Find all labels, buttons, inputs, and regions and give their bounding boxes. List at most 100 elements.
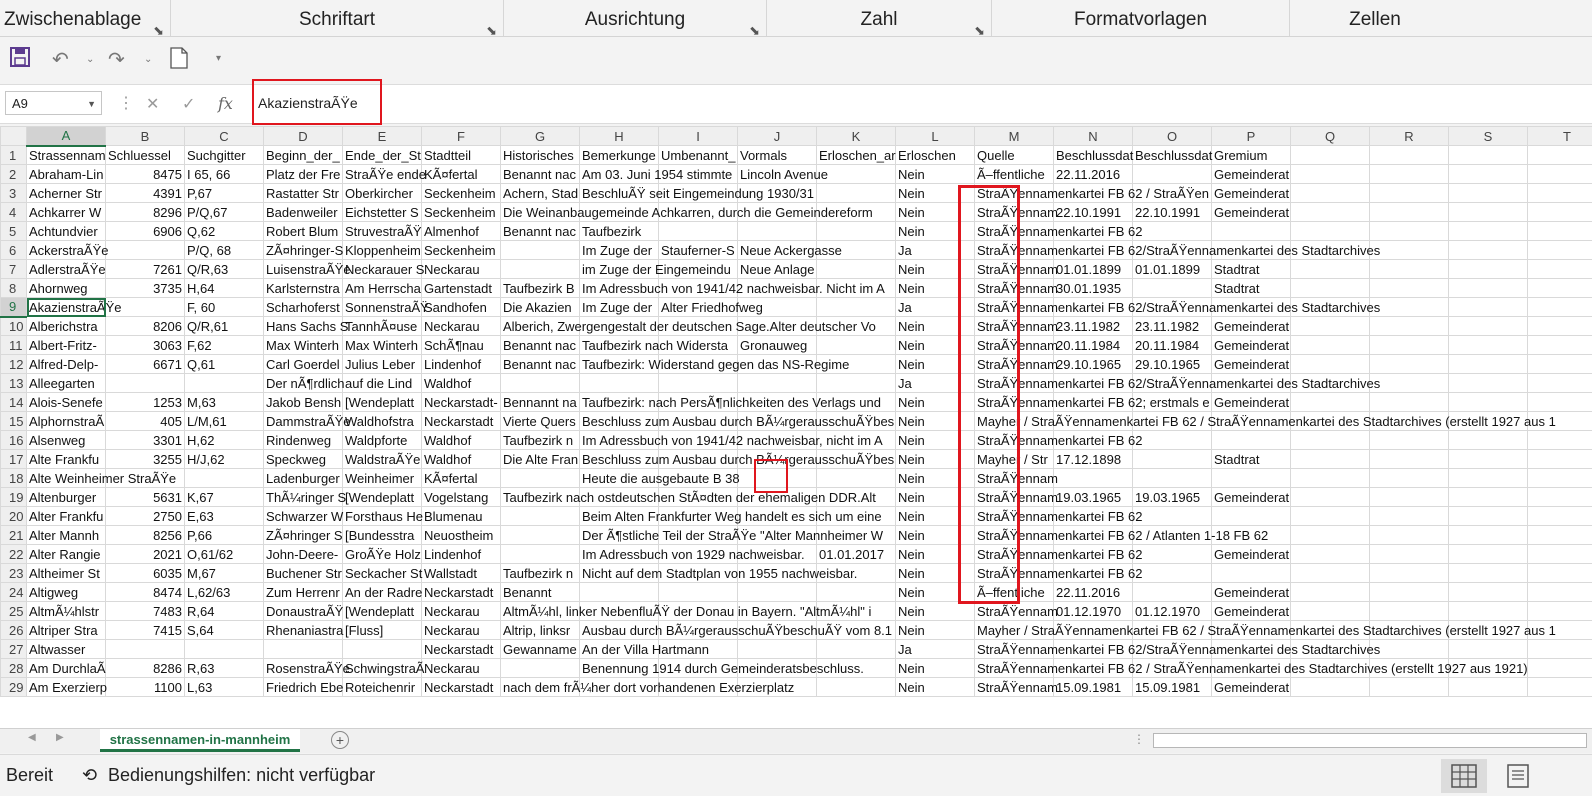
table-cell[interactable]: Speckweg bbox=[264, 450, 343, 469]
table-cell[interactable] bbox=[1528, 507, 1592, 526]
table-cell[interactable]: 23.11.1982 bbox=[1133, 317, 1212, 336]
table-cell[interactable] bbox=[1449, 526, 1528, 545]
table-cell[interactable]: 22.10.1991 bbox=[1133, 203, 1212, 222]
table-cell[interactable]: Seckenheim bbox=[422, 241, 501, 260]
insert-function-icon[interactable]: fx bbox=[218, 94, 233, 113]
table-cell[interactable]: Ausbau durch BÃ¼rgerausschuÃŸbeschuÃŸ vo… bbox=[580, 621, 659, 640]
table-cell[interactable] bbox=[1291, 564, 1370, 583]
table-cell[interactable]: Q/R,61 bbox=[185, 317, 264, 336]
table-cell[interactable]: L,62/63 bbox=[185, 583, 264, 602]
table-cell[interactable]: 01.12.1970 bbox=[1054, 602, 1133, 621]
table-cell[interactable]: Waldhof bbox=[422, 431, 501, 450]
table-cell[interactable]: Wallstadt bbox=[422, 564, 501, 583]
table-cell[interactable] bbox=[1528, 393, 1592, 412]
table-cell[interactable]: Taufbezirk bbox=[580, 222, 659, 241]
table-cell[interactable] bbox=[185, 374, 264, 393]
table-cell[interactable]: Altigweg bbox=[27, 583, 106, 602]
table-cell[interactable]: [Wendeplatt bbox=[343, 488, 422, 507]
table-cell[interactable]: Gronauweg bbox=[738, 336, 817, 355]
table-cell[interactable]: K,67 bbox=[185, 488, 264, 507]
table-cell[interactable]: 4391 bbox=[106, 184, 185, 203]
column-header[interactable]: A bbox=[27, 127, 106, 146]
table-cell[interactable]: LuisenstraÃŸe bbox=[264, 260, 343, 279]
table-cell[interactable]: AlphornstraÃ bbox=[27, 412, 106, 431]
table-cell[interactable]: Robert Blum bbox=[264, 222, 343, 241]
table-cell[interactable] bbox=[738, 583, 817, 602]
table-cell[interactable]: 7415 bbox=[106, 621, 185, 640]
table-cell[interactable] bbox=[1291, 317, 1370, 336]
undo-icon[interactable]: ↶ bbox=[52, 47, 69, 72]
more-options-icon[interactable]: ⋮ bbox=[1133, 732, 1145, 746]
table-cell[interactable]: Die Alte Fran bbox=[501, 450, 580, 469]
table-cell[interactable]: Stadtrat bbox=[1212, 450, 1291, 469]
table-cell[interactable]: Achtundvier bbox=[27, 222, 106, 241]
table-cell[interactable] bbox=[1291, 545, 1370, 564]
table-cell[interactable]: L/M,61 bbox=[185, 412, 264, 431]
table-cell[interactable]: Achern, Stad bbox=[501, 184, 580, 203]
redo-dropdown-icon[interactable]: ⌄ bbox=[144, 54, 152, 65]
column-header[interactable]: F bbox=[422, 127, 501, 146]
row-header[interactable]: 1 bbox=[1, 146, 27, 165]
table-cell[interactable]: StraÃŸe ende bbox=[343, 165, 422, 184]
table-cell[interactable]: Stadtrat bbox=[1212, 260, 1291, 279]
table-cell[interactable]: Altriper Stra bbox=[27, 621, 106, 640]
table-cell[interactable]: Max Winterh bbox=[343, 336, 422, 355]
table-cell[interactable]: 8296 bbox=[106, 203, 185, 222]
table-cell[interactable]: 29.10.1965 bbox=[1133, 355, 1212, 374]
table-cell[interactable] bbox=[1449, 279, 1528, 298]
table-cell[interactable]: Buchener Str bbox=[264, 564, 343, 583]
table-cell[interactable]: 15.09.1981 bbox=[1133, 678, 1212, 697]
table-cell[interactable]: Lindenhof bbox=[422, 545, 501, 564]
table-cell[interactable]: Benannt nac bbox=[501, 165, 580, 184]
table-cell[interactable] bbox=[1449, 184, 1528, 203]
table-cell[interactable] bbox=[1370, 431, 1449, 450]
table-cell[interactable]: Neue Anlage bbox=[738, 260, 817, 279]
table-cell[interactable]: 7483 bbox=[106, 602, 185, 621]
row-header[interactable]: 16 bbox=[1, 431, 27, 450]
table-cell[interactable]: Q/R,63 bbox=[185, 260, 264, 279]
table-cell[interactable]: im Zuge der Eingemeindu bbox=[580, 260, 659, 279]
table-cell[interactable]: Abraham-Lin bbox=[27, 165, 106, 184]
table-cell[interactable]: Erloschen_ar bbox=[817, 146, 896, 165]
row-header[interactable]: 17 bbox=[1, 450, 27, 469]
table-cell[interactable] bbox=[1528, 222, 1592, 241]
table-cell[interactable]: [Fluss] bbox=[343, 621, 422, 640]
table-cell[interactable]: Q,62 bbox=[185, 222, 264, 241]
row-header[interactable]: 25 bbox=[1, 602, 27, 621]
table-cell[interactable]: 8256 bbox=[106, 526, 185, 545]
table-cell[interactable]: Die Weinanbaugemeinde Achkarren, durch d… bbox=[501, 203, 580, 222]
select-all-corner[interactable] bbox=[1, 127, 27, 146]
table-cell[interactable] bbox=[1449, 450, 1528, 469]
table-cell[interactable]: Nicht auf dem Stadtplan von 1955 nachwei… bbox=[580, 564, 659, 583]
table-cell[interactable] bbox=[1449, 431, 1528, 450]
table-cell[interactable]: An der Villa Hartmann bbox=[580, 640, 659, 659]
table-cell[interactable] bbox=[1528, 545, 1592, 564]
table-cell[interactable] bbox=[501, 241, 580, 260]
table-cell[interactable]: Gemeinderat bbox=[1212, 336, 1291, 355]
table-cell[interactable] bbox=[817, 336, 896, 355]
table-cell[interactable] bbox=[1449, 469, 1528, 488]
table-cell[interactable]: Neue Ackergasse bbox=[738, 241, 817, 260]
table-cell[interactable] bbox=[1449, 355, 1528, 374]
table-cell[interactable]: Waldhof bbox=[422, 374, 501, 393]
table-cell[interactable]: Alte Weinheimer StraÃŸe bbox=[27, 469, 106, 488]
table-cell[interactable]: 2750 bbox=[106, 507, 185, 526]
table-cell[interactable]: Altenburger bbox=[27, 488, 106, 507]
table-cell[interactable] bbox=[1291, 393, 1370, 412]
table-cell[interactable] bbox=[1370, 678, 1449, 697]
table-cell[interactable]: TannhÃ¤use bbox=[343, 317, 422, 336]
table-cell[interactable]: Alois-Senefe bbox=[27, 393, 106, 412]
table-cell[interactable] bbox=[1133, 450, 1212, 469]
table-cell[interactable]: ZÃ¤hringer-S bbox=[264, 241, 343, 260]
table-cell[interactable]: Waldhof bbox=[422, 450, 501, 469]
table-cell[interactable]: StraÃŸennam bbox=[975, 602, 1054, 621]
table-cell[interactable] bbox=[501, 545, 580, 564]
accessibility-status[interactable]: Bedienungshilfen: nicht verfügbar bbox=[108, 765, 375, 786]
table-cell[interactable]: Gemeinderat bbox=[1212, 602, 1291, 621]
table-cell[interactable] bbox=[580, 374, 659, 393]
table-cell[interactable]: 17.12.1898 bbox=[1054, 450, 1133, 469]
table-cell[interactable]: DonaustraÃŸ bbox=[264, 602, 343, 621]
table-cell[interactable]: Benannt bbox=[501, 583, 580, 602]
column-header[interactable]: Q bbox=[1291, 127, 1370, 146]
undo-dropdown-icon[interactable]: ⌄ bbox=[86, 54, 94, 65]
